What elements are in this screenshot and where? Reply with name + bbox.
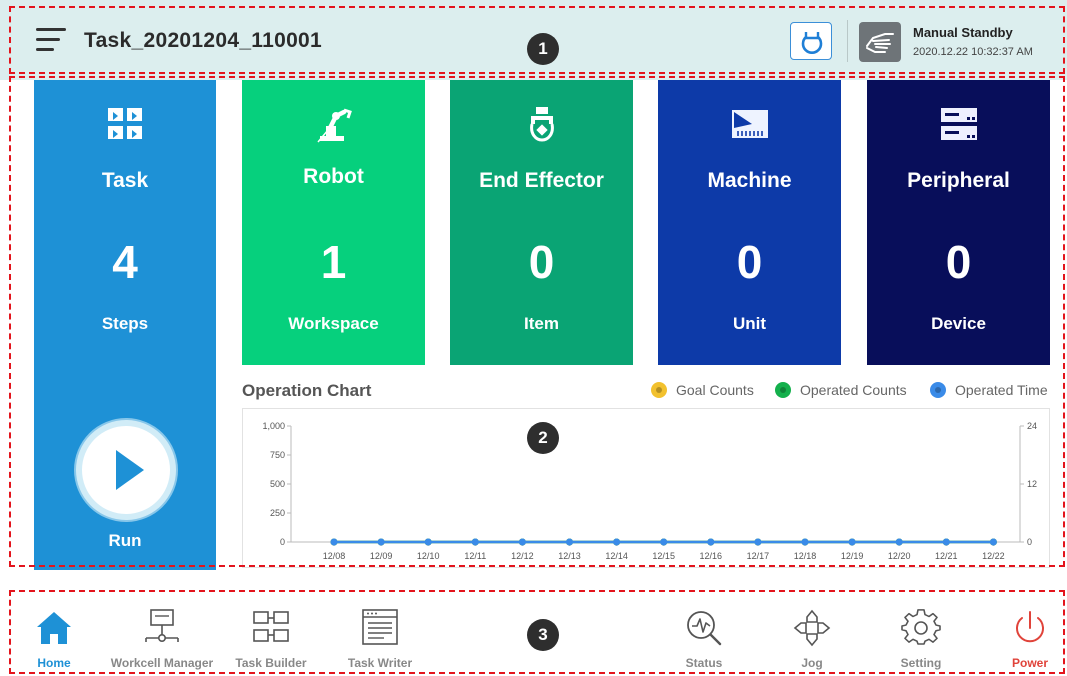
annotation-marker-1: 1 <box>527 33 559 65</box>
annotation-marker-3: 3 <box>527 619 559 651</box>
annotation-marker-2: 2 <box>527 422 559 454</box>
annotation-region-2 <box>9 76 1065 567</box>
